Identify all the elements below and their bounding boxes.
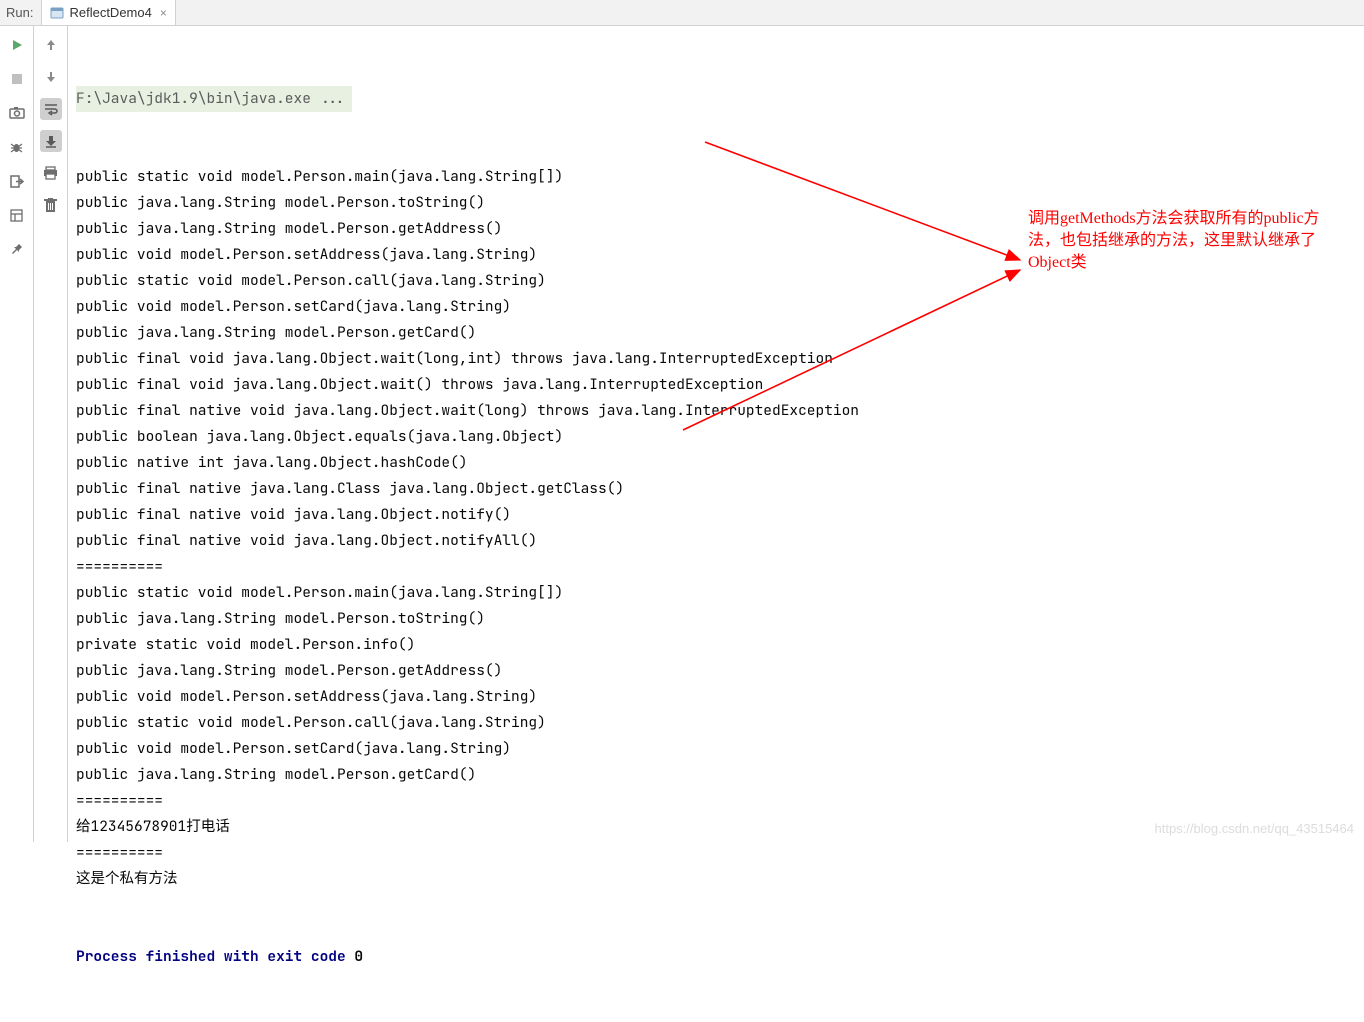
console-line: 这是个私有方法	[76, 866, 1364, 892]
console-line: public java.lang.String model.Person.get…	[76, 762, 1364, 788]
exit-code: 0	[354, 947, 363, 966]
console-line: private static void model.Person.info()	[76, 632, 1364, 658]
console-line: ==========	[76, 554, 1364, 580]
tab-label: ReflectDemo4	[69, 5, 151, 20]
console-line: public java.lang.String model.Person.get…	[76, 658, 1364, 684]
console-line: public native int java.lang.Object.hashC…	[76, 450, 1364, 476]
run-label: Run:	[6, 5, 41, 20]
up-arrow-icon[interactable]	[40, 34, 62, 56]
console-line: public boolean java.lang.Object.equals(j…	[76, 424, 1364, 450]
watermark: https://blog.csdn.net/qq_43515464	[1155, 821, 1355, 836]
console-line: public void model.Person.setAddress(java…	[76, 684, 1364, 710]
stop-icon[interactable]	[6, 68, 28, 90]
console-line: public final void java.lang.Object.wait(…	[76, 372, 1364, 398]
trash-icon[interactable]	[40, 194, 62, 216]
console-line: public final void java.lang.Object.wait(…	[76, 346, 1364, 372]
pin-icon[interactable]	[6, 238, 28, 260]
print-icon[interactable]	[40, 162, 62, 184]
left-toolbar-1	[0, 26, 34, 842]
run-tab[interactable]: ReflectDemo4 ×	[41, 0, 175, 25]
console-line: public final native void java.lang.Objec…	[76, 398, 1364, 424]
console-line: public final native void java.lang.Objec…	[76, 528, 1364, 554]
console-line: public java.lang.String model.Person.toS…	[76, 606, 1364, 632]
main-area: F:\Java\jdk1.9\bin\java.exe ... public s…	[0, 26, 1364, 842]
close-icon[interactable]: ×	[157, 6, 167, 20]
camera-icon[interactable]	[6, 102, 28, 124]
console-line: ==========	[76, 840, 1364, 866]
wrap-icon[interactable]	[40, 98, 62, 120]
bug-icon[interactable]	[6, 136, 28, 158]
console-line: public void model.Person.setCard(java.la…	[76, 736, 1364, 762]
console-line: public static void model.Person.main(jav…	[76, 580, 1364, 606]
console-line: public void model.Person.setCard(java.la…	[76, 294, 1364, 320]
annotation-text: 调用getMethods方法会获取所有的public方法，也包括继承的方法，这里…	[1028, 208, 1338, 274]
console-line: public static void model.Person.call(jav…	[76, 710, 1364, 736]
console-output[interactable]: F:\Java\jdk1.9\bin\java.exe ... public s…	[68, 26, 1364, 842]
console-line: public final native void java.lang.Objec…	[76, 502, 1364, 528]
top-bar: Run: ReflectDemo4 ×	[0, 0, 1364, 26]
scroll-end-icon[interactable]	[40, 130, 62, 152]
console-line: public java.lang.String model.Person.get…	[76, 320, 1364, 346]
console-line: public final native java.lang.Class java…	[76, 476, 1364, 502]
exit-icon[interactable]	[6, 170, 28, 192]
layout-icon[interactable]	[6, 204, 28, 226]
command-line: F:\Java\jdk1.9\bin\java.exe ...	[76, 89, 346, 108]
console-line: public static void model.Person.main(jav…	[76, 164, 1364, 190]
run-config-icon	[50, 6, 64, 20]
console-line: ==========	[76, 788, 1364, 814]
left-toolbar-2	[34, 26, 68, 842]
exit-prefix: Process finished with exit code	[76, 947, 354, 966]
down-arrow-icon[interactable]	[40, 66, 62, 88]
run-icon[interactable]	[6, 34, 28, 56]
